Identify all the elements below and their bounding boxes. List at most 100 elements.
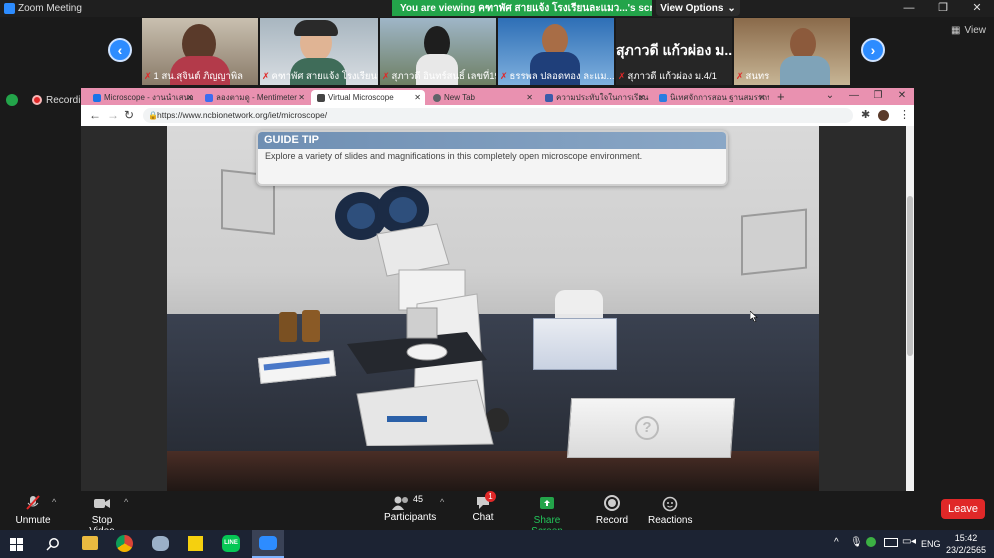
tab-close-icon[interactable]: ✕ bbox=[758, 93, 765, 102]
tab-label: Microscope - งานนำเสนอ bbox=[104, 93, 194, 102]
virtual-microscope-scene[interactable]: ? GUIDE TIP Explore a variety of slides … bbox=[167, 126, 819, 491]
tab-search-icon[interactable]: ⌄ bbox=[818, 88, 842, 104]
leave-button[interactable]: Leave bbox=[941, 499, 985, 519]
forward-icon[interactable]: → bbox=[107, 108, 119, 122]
back-icon[interactable]: ← bbox=[89, 108, 101, 122]
mic-muted-icon: ✗ bbox=[144, 71, 152, 81]
clock-date: 23/2/2565 bbox=[946, 545, 987, 555]
close-icon[interactable]: ✕ bbox=[890, 88, 914, 104]
chrome-icon[interactable] bbox=[116, 535, 133, 552]
tab-close-icon[interactable]: ✕ bbox=[186, 93, 193, 102]
participant-tile[interactable]: ✗ 1 สน.สุจินต์ ภิญญาพิล bbox=[142, 18, 258, 85]
view-options-button[interactable]: View Options ⌄ bbox=[656, 0, 740, 16]
browser-tab-active[interactable]: Virtual Microscope ✕ bbox=[311, 90, 425, 105]
browser-tab-bar: Microscope - งานนำเสนอ ✕ ลองตามดู - Ment… bbox=[81, 88, 914, 105]
participant-name: ✗ สุภาวดี อินทร์สนธิ์ เลขที่19 bbox=[382, 71, 496, 82]
browser-tab[interactable]: New Tab ✕ bbox=[427, 90, 537, 105]
participant-tile[interactable]: ✗ สนทร bbox=[734, 18, 850, 85]
participant-body bbox=[780, 56, 830, 85]
record-label: Record bbox=[595, 515, 629, 526]
participant-tile[interactable]: ✗ ธรรพล ปลอดทอง ละแม... bbox=[498, 18, 614, 85]
audio-options-chevron-icon[interactable]: ^ bbox=[52, 497, 56, 507]
sticky-notes-icon[interactable] bbox=[188, 536, 203, 551]
extensions-icon[interactable]: ✱ bbox=[861, 108, 870, 121]
browser-tab[interactable]: นิเทศจักการสอน ฐานสมรรถนะ 2... ✕ bbox=[653, 90, 769, 105]
reagent-bottle[interactable] bbox=[302, 310, 320, 342]
tray-app-icon[interactable] bbox=[866, 537, 876, 547]
tab-close-icon[interactable]: ✕ bbox=[298, 93, 305, 102]
app-icon[interactable] bbox=[152, 536, 169, 551]
microscope[interactable] bbox=[317, 184, 537, 446]
zoom-app-icon bbox=[4, 3, 15, 14]
participant-name: ✗ สนทร bbox=[736, 71, 770, 82]
browser-tab[interactable]: ความประทับใจในการเรียนเรื่อง... ✕ bbox=[539, 90, 649, 105]
restore-icon[interactable]: ❐ bbox=[866, 88, 890, 104]
battery-icon[interactable] bbox=[884, 538, 898, 547]
tissue-box[interactable] bbox=[533, 318, 617, 370]
tab-close-icon[interactable]: ✕ bbox=[526, 93, 533, 102]
scrollbar-thumb[interactable] bbox=[907, 196, 913, 356]
tab-label: ลองตามดู - Mentimeter bbox=[216, 93, 297, 102]
participant-tile[interactable]: สุภาวดี แก้วผ่อง ม... ✗ สุภาวดี แก้วผ่อง … bbox=[616, 18, 732, 85]
participant-tile[interactable]: ✗คฑาพัศ สายแจ้ง โรงเรียนละ... bbox=[260, 18, 378, 85]
participant-big-name: สุภาวดี แก้วผ่อง ม... bbox=[616, 42, 732, 58]
profile-avatar[interactable] bbox=[878, 110, 889, 121]
clock[interactable]: 15:42 23/2/2565 bbox=[946, 532, 986, 556]
address-bar[interactable]: 🔒 https://www.ncbionetwork.org/iet/micro… bbox=[143, 108, 853, 123]
clock-time: 15:42 bbox=[954, 533, 978, 543]
close-icon[interactable]: ✕ bbox=[960, 0, 994, 16]
participants-button[interactable]: 45 Participants bbox=[384, 494, 436, 523]
reactions-button[interactable]: Reactions bbox=[648, 494, 692, 526]
lock-icon: 🔒 bbox=[148, 111, 158, 120]
tab-favicon bbox=[659, 93, 667, 102]
help-icon[interactable]: ? bbox=[635, 416, 659, 440]
volume-icon[interactable]: ◂ bbox=[911, 536, 916, 547]
guide-tip-title: GUIDE TIP bbox=[258, 132, 726, 149]
tab-close-icon[interactable]: ✕ bbox=[414, 93, 421, 102]
gallery-prev-button[interactable]: ‹ bbox=[108, 38, 132, 62]
participant-name: ✗ ธรรพล ปลอดทอง ละแม... bbox=[500, 71, 614, 82]
browser-window-controls: ⌄ — ❐ ✕ bbox=[818, 88, 914, 104]
browser-tab[interactable]: Microscope - งานนำเสนอ ✕ bbox=[87, 90, 197, 105]
record-button[interactable]: Record bbox=[594, 494, 630, 526]
menu-kebab-icon[interactable]: ⋮ bbox=[899, 108, 910, 121]
recording-indicator[interactable]: Recording bbox=[6, 94, 92, 106]
search-icon[interactable] bbox=[46, 537, 60, 551]
screen-share-banner: You are viewing คฑาพัศ สายแจ้ง โรงเรียนล… bbox=[392, 0, 652, 16]
shared-browser-window: Microscope - งานนำเสนอ ✕ ลองตามดู - Ment… bbox=[81, 88, 914, 491]
minimize-icon[interactable]: — bbox=[892, 0, 926, 16]
participant-tile[interactable]: ✗ สุภาวดี อินทร์สนธิ์ เลขที่19 bbox=[380, 18, 496, 85]
view-label: View bbox=[964, 25, 987, 36]
participants-options-chevron-icon[interactable]: ^ bbox=[440, 497, 444, 507]
video-options-chevron-icon[interactable]: ^ bbox=[124, 497, 128, 507]
chat-label: Chat bbox=[472, 512, 494, 523]
browser-tab[interactable]: ลองตามดู - Mentimeter ✕ bbox=[199, 90, 309, 105]
gallery-view-icon: ▦ bbox=[951, 25, 961, 36]
tray-chevron-up-icon[interactable]: ^ bbox=[834, 537, 839, 548]
chat-button[interactable]: 1 Chat bbox=[468, 491, 498, 523]
view-button[interactable]: ▦ View bbox=[951, 25, 986, 36]
windows-start-icon[interactable] bbox=[10, 538, 23, 551]
mic-muted-icon: ✗ bbox=[618, 71, 626, 81]
chevron-down-icon: ⌄ bbox=[727, 2, 736, 14]
restore-icon[interactable]: ❐ bbox=[926, 0, 960, 16]
zoom-taskbar-item[interactable] bbox=[252, 530, 284, 558]
mic-icon[interactable]: 🎙 bbox=[850, 537, 863, 548]
gallery-next-button[interactable]: › bbox=[861, 38, 885, 62]
reload-icon[interactable]: ↻ bbox=[124, 108, 134, 122]
file-explorer-icon[interactable] bbox=[82, 536, 98, 550]
tab-close-icon[interactable]: ✕ bbox=[638, 93, 645, 102]
new-tab-button[interactable]: + bbox=[777, 89, 785, 104]
tab-favicon bbox=[93, 93, 101, 102]
tab-label: Virtual Microscope bbox=[328, 93, 394, 102]
mic-off-icon bbox=[26, 495, 40, 510]
url-text: https://www.ncbionetwork.org/iet/microsc… bbox=[157, 110, 328, 120]
page-scrollbar[interactable] bbox=[906, 126, 914, 491]
minimize-icon[interactable]: — bbox=[842, 88, 866, 104]
language-indicator[interactable]: ENG bbox=[921, 539, 941, 549]
unmute-button[interactable]: Unmute bbox=[14, 494, 52, 526]
line-app-icon[interactable]: LINE bbox=[222, 535, 240, 552]
participants-icon bbox=[391, 496, 408, 510]
leave-label: Leave bbox=[948, 503, 978, 515]
reagent-bottle[interactable] bbox=[279, 312, 297, 342]
